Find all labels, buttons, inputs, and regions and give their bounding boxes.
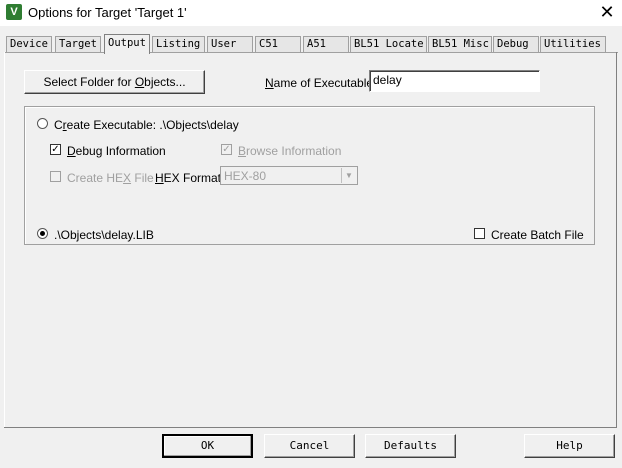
tab-debug[interactable]: Debug [493, 36, 539, 52]
create-library-radio[interactable] [37, 228, 48, 239]
cancel-button[interactable]: Cancel [264, 434, 355, 458]
hex-format-value: HEX-80 [224, 169, 267, 183]
chevron-down-icon[interactable]: ▼ [341, 168, 356, 183]
defaults-button[interactable]: Defaults [365, 434, 456, 458]
create-executable-label: Create Executable: .\Objects\delay [54, 118, 239, 132]
tab-utilities[interactable]: Utilities [540, 36, 606, 52]
create-hex-file-checkbox[interactable] [50, 171, 61, 182]
create-batch-file-label: Create Batch File [491, 228, 584, 242]
tab-output[interactable]: Output [104, 34, 150, 54]
select-folder-button[interactable]: Select Folder for Objects... [24, 70, 205, 94]
panel-edge-bottom [4, 427, 617, 428]
tab-divider [4, 52, 618, 53]
create-hex-file-label: Create HEX File [67, 171, 154, 185]
hex-format-label: HEX Format: [155, 171, 225, 185]
tab-bl51-misc[interactable]: BL51 Misc [428, 36, 492, 52]
tab-a51[interactable]: A51 [303, 36, 349, 52]
debug-information-label: Debug Information [67, 144, 166, 158]
radio-selected-dot [40, 231, 45, 236]
panel-edge-left [4, 52, 5, 428]
uvision-icon: V [6, 4, 22, 20]
browse-information-checkbox[interactable]: ✓ [221, 144, 232, 155]
panel-edge-right [616, 52, 617, 428]
close-icon[interactable]: ✕ [594, 1, 620, 23]
tab-user[interactable]: User [207, 36, 253, 52]
tab-bl51-locate[interactable]: BL51 Locate [350, 36, 427, 52]
library-path-label: .\Objects\delay.LIB [54, 228, 154, 242]
tab-target[interactable]: Target [55, 36, 101, 52]
browse-information-label: Browse Information [238, 144, 342, 158]
tab-device[interactable]: Device [6, 36, 52, 52]
name-of-executable-label: Name of Executable: [265, 76, 377, 90]
create-executable-radio[interactable] [37, 118, 48, 129]
window-title: Options for Target 'Target 1' [28, 5, 187, 20]
debug-information-checkbox[interactable]: ✓ [50, 144, 61, 155]
ok-button[interactable]: OK [162, 434, 253, 458]
tab-listing[interactable]: Listing [152, 36, 205, 52]
hex-format-select[interactable]: HEX-80 ▼ [220, 166, 358, 185]
help-button[interactable]: Help [524, 434, 615, 458]
tab-c51[interactable]: C51 [255, 36, 301, 52]
executable-name-input[interactable]: delay [369, 70, 540, 92]
create-batch-file-checkbox[interactable] [474, 228, 485, 239]
